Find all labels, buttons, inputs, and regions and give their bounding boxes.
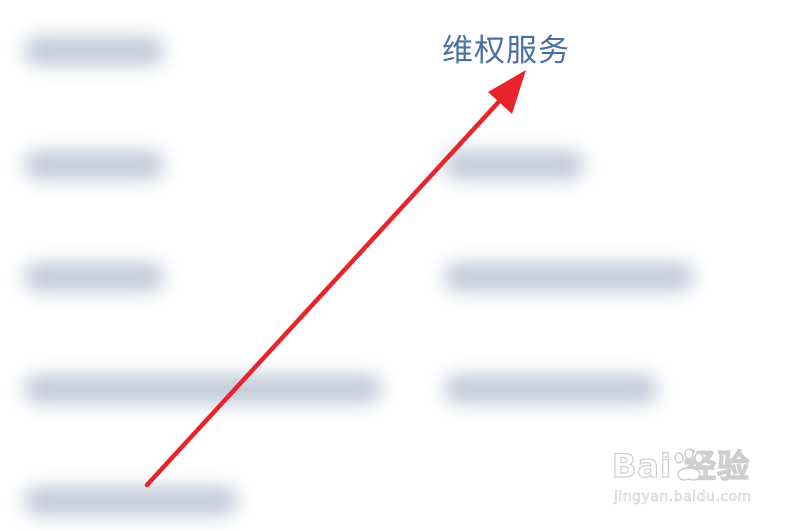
blurred-menu-item[interactable] [24, 374, 382, 404]
blurred-menu-item[interactable] [444, 374, 658, 404]
rights-protection-service-link[interactable]: 维权服务 [442, 31, 570, 71]
blurred-menu-item[interactable] [444, 150, 584, 180]
blurred-menu-item[interactable] [24, 150, 164, 180]
baidu-jingyan-watermark: Bai 经验 jingyan.baidu.com [611, 446, 787, 516]
watermark-site-text: jingyan.baidu.com [614, 489, 752, 506]
page: 维权服务 Bai 经验 jingyan.baidu.com [0, 0, 795, 531]
blurred-menu-item[interactable] [24, 486, 238, 516]
blurred-menu-item[interactable] [24, 36, 164, 66]
arrow-head [488, 70, 526, 114]
blurred-menu-item[interactable] [444, 262, 694, 292]
blurred-menu-item[interactable] [24, 262, 164, 292]
paw-icon [674, 448, 704, 481]
